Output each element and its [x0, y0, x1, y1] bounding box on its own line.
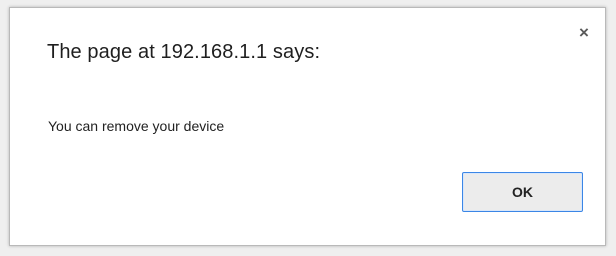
close-icon[interactable]: × — [573, 22, 595, 44]
dialog-message: You can remove your device — [48, 118, 225, 134]
alert-dialog: The page at 192.168.1.1 says: × You can … — [9, 7, 606, 246]
dialog-title: The page at 192.168.1.1 says: — [47, 41, 321, 63]
ok-button[interactable]: OK — [462, 172, 583, 212]
